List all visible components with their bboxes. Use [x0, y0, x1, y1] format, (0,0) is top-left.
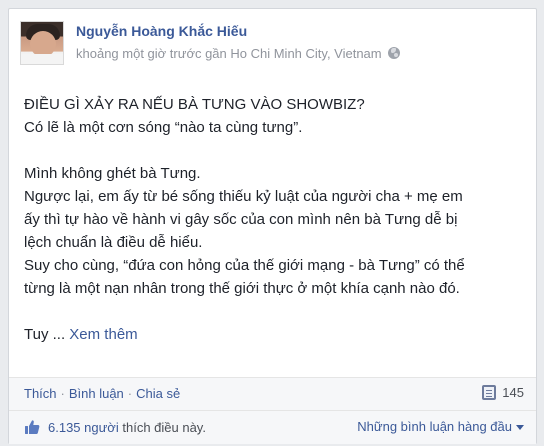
post-line: Có lẽ là một cơn sóng “nào ta cùng tưng”…: [24, 119, 303, 136]
post-body: ĐIỀU GÌ XẢY RA NẾU BÀ TƯNG VÀO SHOWBIZ? …: [24, 93, 534, 346]
separator-dot: ·: [127, 386, 133, 401]
like-link[interactable]: Thích: [24, 386, 57, 401]
post-line: Mình không ghét bà Tưng.: [24, 165, 201, 182]
share-count[interactable]: 145: [482, 385, 524, 400]
post-line: Ngược lại, em ấy từ bé sống thiếu kỷ luậ…: [24, 188, 463, 205]
likes-summary: 6.135 người thích điều này.: [24, 419, 206, 435]
action-links: Thích · Bình luận · Chia sẻ: [24, 386, 180, 401]
truncated-text: Tuy ...: [24, 326, 66, 343]
post-timestamp[interactable]: khoảng một giờ trước gần Ho Chi Minh Cit…: [76, 46, 382, 61]
likes-bar: 6.135 người thích điều này. Những bình l…: [9, 410, 536, 444]
avatar[interactable]: [20, 21, 64, 65]
chevron-down-icon: [516, 425, 524, 430]
truncated-line: Tuy ... Xem thêm: [24, 323, 534, 346]
post-line: ĐIỀU GÌ XẢY RA NẾU BÀ TƯNG VÀO SHOWBIZ?: [24, 96, 365, 113]
thumbs-up-icon: [25, 420, 40, 434]
likes-count-link[interactable]: 6.135 người: [48, 420, 119, 435]
post-card: Nguyễn Hoàng Khắc Hiếu khoảng một giờ tr…: [8, 8, 537, 444]
share-icon: [482, 385, 497, 400]
author-name[interactable]: Nguyễn Hoàng Khắc Hiếu: [76, 23, 247, 39]
separator-dot: ·: [60, 386, 65, 401]
share-count-value: 145: [502, 385, 524, 400]
globe-icon[interactable]: [387, 47, 400, 59]
see-more-link[interactable]: Xem thêm: [69, 326, 137, 343]
post-line: lệch chuẩn là điều dễ hiểu.: [24, 234, 203, 251]
share-link[interactable]: Chia sẻ: [136, 386, 180, 401]
likes-suffix: thích điều này.: [122, 420, 206, 435]
post-line: Suy cho cùng, “đứa con hỏng của thế giới…: [24, 257, 465, 274]
comment-link[interactable]: Bình luận: [69, 386, 124, 401]
top-comments-dropdown[interactable]: Những bình luận hàng đầu: [357, 419, 524, 434]
post-line: ấy thì tự hào về hành vi gây sốc của con…: [24, 211, 458, 228]
post-meta: khoảng một giờ trước gần Ho Chi Minh Cit…: [76, 46, 400, 61]
post-line: từng là một nạn nhân trong thế giới thực…: [24, 280, 460, 297]
top-comments-label: Những bình luận hàng đầu: [357, 419, 512, 434]
post-actions: Thích · Bình luận · Chia sẻ 145: [9, 377, 536, 410]
